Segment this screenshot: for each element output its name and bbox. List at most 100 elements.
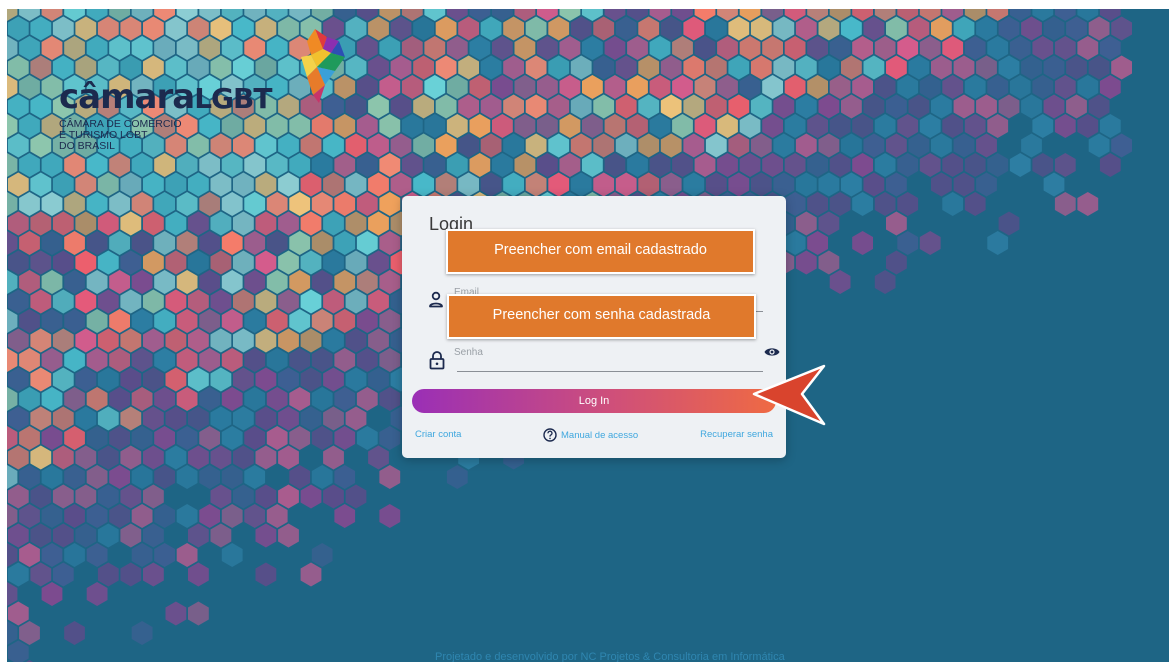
background-hexagon <box>120 250 142 275</box>
background-hexagon <box>807 192 828 216</box>
background-hexagon <box>64 270 85 294</box>
background-hexagon <box>525 133 547 158</box>
background-hexagon <box>525 55 547 80</box>
background-hexagon <box>86 582 108 606</box>
background-hexagon <box>604 36 626 60</box>
background-hexagon <box>514 153 536 177</box>
background-hexagon <box>548 16 570 41</box>
background-hexagon <box>143 172 164 197</box>
background-hexagon <box>593 55 615 80</box>
background-hexagon <box>64 504 85 528</box>
background-hexagon <box>199 192 220 216</box>
background-hexagon <box>390 16 412 41</box>
create-account-link[interactable]: Criar conta <box>415 429 461 440</box>
background-hexagon <box>210 328 232 353</box>
background-hexagon <box>7 153 18 177</box>
background-hexagon <box>1054 153 1076 177</box>
background-hexagon <box>199 348 220 372</box>
background-hexagon <box>244 504 266 528</box>
background-hexagon <box>356 75 378 99</box>
background-hexagon <box>503 94 524 119</box>
password-field[interactable]: Senha <box>454 347 483 358</box>
background-hexagon <box>334 504 356 528</box>
background-hexagon <box>300 367 322 392</box>
background-hexagon <box>7 16 29 41</box>
background-hexagon <box>424 153 446 177</box>
background-hexagon <box>379 75 401 99</box>
background-hexagon <box>908 16 930 41</box>
background-hexagon <box>841 133 862 158</box>
user-icon <box>429 291 443 308</box>
background-hexagon <box>255 445 277 470</box>
background-hexagon <box>30 406 52 431</box>
background-hexagon <box>897 231 919 255</box>
background-hexagon <box>897 153 919 177</box>
access-manual-link[interactable]: Manual de acesso <box>543 428 638 442</box>
background-hexagon <box>154 387 175 411</box>
background-hexagon <box>30 94 52 119</box>
background-hexagon <box>266 426 288 450</box>
background-hexagon <box>368 289 389 314</box>
background-hexagon <box>469 75 491 99</box>
background-hexagon <box>143 289 164 314</box>
background-hexagon <box>784 153 806 177</box>
background-hexagon <box>469 153 491 177</box>
background-hexagon <box>1032 36 1054 60</box>
background-hexagon <box>717 75 738 99</box>
background-hexagon <box>278 172 299 197</box>
background-hexagon <box>829 192 851 216</box>
background-hexagon <box>638 172 660 197</box>
background-hexagon <box>41 465 63 489</box>
background-hexagon <box>120 406 142 431</box>
background-hexagon <box>401 75 423 99</box>
background-hexagon <box>188 523 209 548</box>
background-hexagon <box>964 192 986 216</box>
background-hexagon <box>300 172 322 197</box>
background-hexagon <box>154 192 175 216</box>
brazil-map-logo-icon <box>301 29 345 103</box>
background-hexagon <box>345 172 367 197</box>
background-hexagon <box>97 211 119 236</box>
eye-icon[interactable] <box>764 346 780 358</box>
background-hexagon <box>131 504 153 528</box>
background-hexagon <box>266 192 288 216</box>
background-hexagon <box>221 426 243 450</box>
background-hexagon <box>30 289 52 314</box>
background-hexagon <box>931 16 952 41</box>
background-hexagon <box>221 192 243 216</box>
background-hexagon <box>165 406 187 431</box>
background-hexagon <box>807 75 828 99</box>
background-hexagon <box>233 250 254 275</box>
background-hexagon <box>1099 36 1121 60</box>
login-button[interactable]: Log In <box>412 389 776 413</box>
background-hexagon <box>874 36 896 60</box>
background-hexagon <box>120 523 142 548</box>
logo-tagline: CÂMARA DE COMÉRCIO E TURISMO LGBT DO BRA… <box>59 119 219 152</box>
background-hexagon <box>784 231 806 255</box>
background-hexagon <box>649 153 671 177</box>
background-hexagon <box>356 153 378 177</box>
background-hexagon <box>1021 55 1042 80</box>
background-hexagon <box>413 94 434 119</box>
background-hexagon <box>75 484 97 509</box>
background-hexagon <box>570 133 592 158</box>
background-hexagon <box>446 465 468 489</box>
background-hexagon <box>221 309 243 333</box>
background-hexagon <box>762 75 783 99</box>
background-hexagon <box>762 153 783 177</box>
background-hexagon <box>942 192 964 216</box>
background-hexagon <box>1009 153 1031 177</box>
background-hexagon <box>30 211 52 236</box>
background-hexagon <box>19 309 40 333</box>
background-hexagon <box>64 231 85 255</box>
background-hexagon <box>233 367 254 392</box>
background-hexagon <box>694 153 716 177</box>
background-hexagon <box>852 192 873 216</box>
background-hexagon <box>638 55 660 80</box>
background-hexagon <box>311 270 333 294</box>
background-hexagon <box>7 309 18 333</box>
background-hexagon <box>356 270 378 294</box>
recover-password-link[interactable]: Recuperar senha <box>700 429 773 440</box>
background-hexagon <box>492 114 513 138</box>
background-hexagon <box>649 114 671 138</box>
